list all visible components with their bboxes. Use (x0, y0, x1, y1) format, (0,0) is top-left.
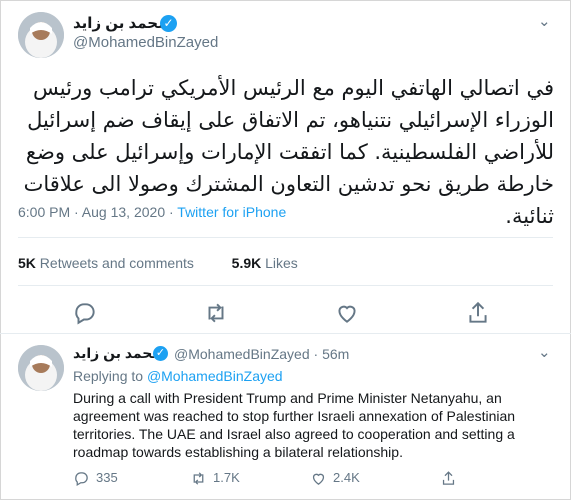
likes-label: Likes (265, 255, 298, 271)
section-divider (0, 333, 571, 334)
replying-mention[interactable]: @MohamedBinZayed (147, 368, 283, 384)
replying-to: Replying to @MohamedBinZayed (73, 368, 283, 384)
verified-badge-icon: ✓ (153, 346, 168, 361)
reply-count: 335 (96, 470, 118, 485)
reply-retweet-action[interactable]: 1.7K (190, 470, 240, 488)
retweet-count: 1.7K (213, 470, 240, 485)
chevron-down-icon[interactable]: ⌄ (538, 12, 551, 30)
handle[interactable]: @MohamedBinZayed (73, 34, 218, 51)
reply-handle-row: @MohamedBinZayed · 56m (174, 346, 349, 362)
verified-badge-icon: ✓ (160, 15, 177, 32)
action-bar (0, 300, 571, 328)
display-name[interactable]: محمد بن زايد (73, 14, 167, 32)
likes-count: 5.9K (231, 255, 262, 271)
reply-like-action[interactable]: 2.4K (310, 470, 360, 488)
like-icon[interactable] (334, 300, 360, 326)
retweet-icon[interactable] (203, 300, 229, 326)
reply-icon (75, 472, 88, 487)
divider (18, 285, 553, 286)
divider (18, 237, 553, 238)
retweets-stat[interactable]: 5K Retweets and comments (18, 255, 194, 271)
reply-share-action[interactable] (440, 470, 463, 488)
tweet-meta: 6:00 PM · Aug 13, 2020 · Twitter for iPh… (18, 204, 286, 220)
engagement-stats: 5K Retweets and comments 5.9K Likes (18, 255, 298, 271)
share-icon[interactable] (465, 300, 491, 326)
replying-label: Replying to (73, 368, 147, 384)
timestamp[interactable]: 6:00 PM · Aug 13, 2020 · (18, 204, 177, 220)
retweets-count: 5K (18, 255, 36, 271)
chevron-down-icon[interactable]: ⌄ (538, 343, 551, 361)
reply-icon[interactable] (72, 300, 98, 326)
retweet-icon (193, 472, 204, 485)
like-icon (312, 473, 325, 485)
reply-text: During a call with President Trump and P… (73, 390, 516, 460)
reply-age[interactable]: · 56m (314, 346, 350, 362)
retweets-label: Retweets and comments (39, 255, 194, 271)
like-count: 2.4K (333, 470, 360, 485)
avatar[interactable] (18, 12, 64, 58)
source-link[interactable]: Twitter for iPhone (177, 204, 286, 220)
likes-stat[interactable]: 5.9K Likes (232, 255, 298, 271)
reply-reply-action[interactable]: 335 (73, 470, 118, 488)
share-icon (442, 471, 455, 485)
reply-handle[interactable]: @MohamedBinZayed (174, 346, 310, 362)
reply-avatar[interactable] (18, 345, 64, 391)
reply-display-name[interactable]: محمد بن زايد (73, 345, 161, 362)
